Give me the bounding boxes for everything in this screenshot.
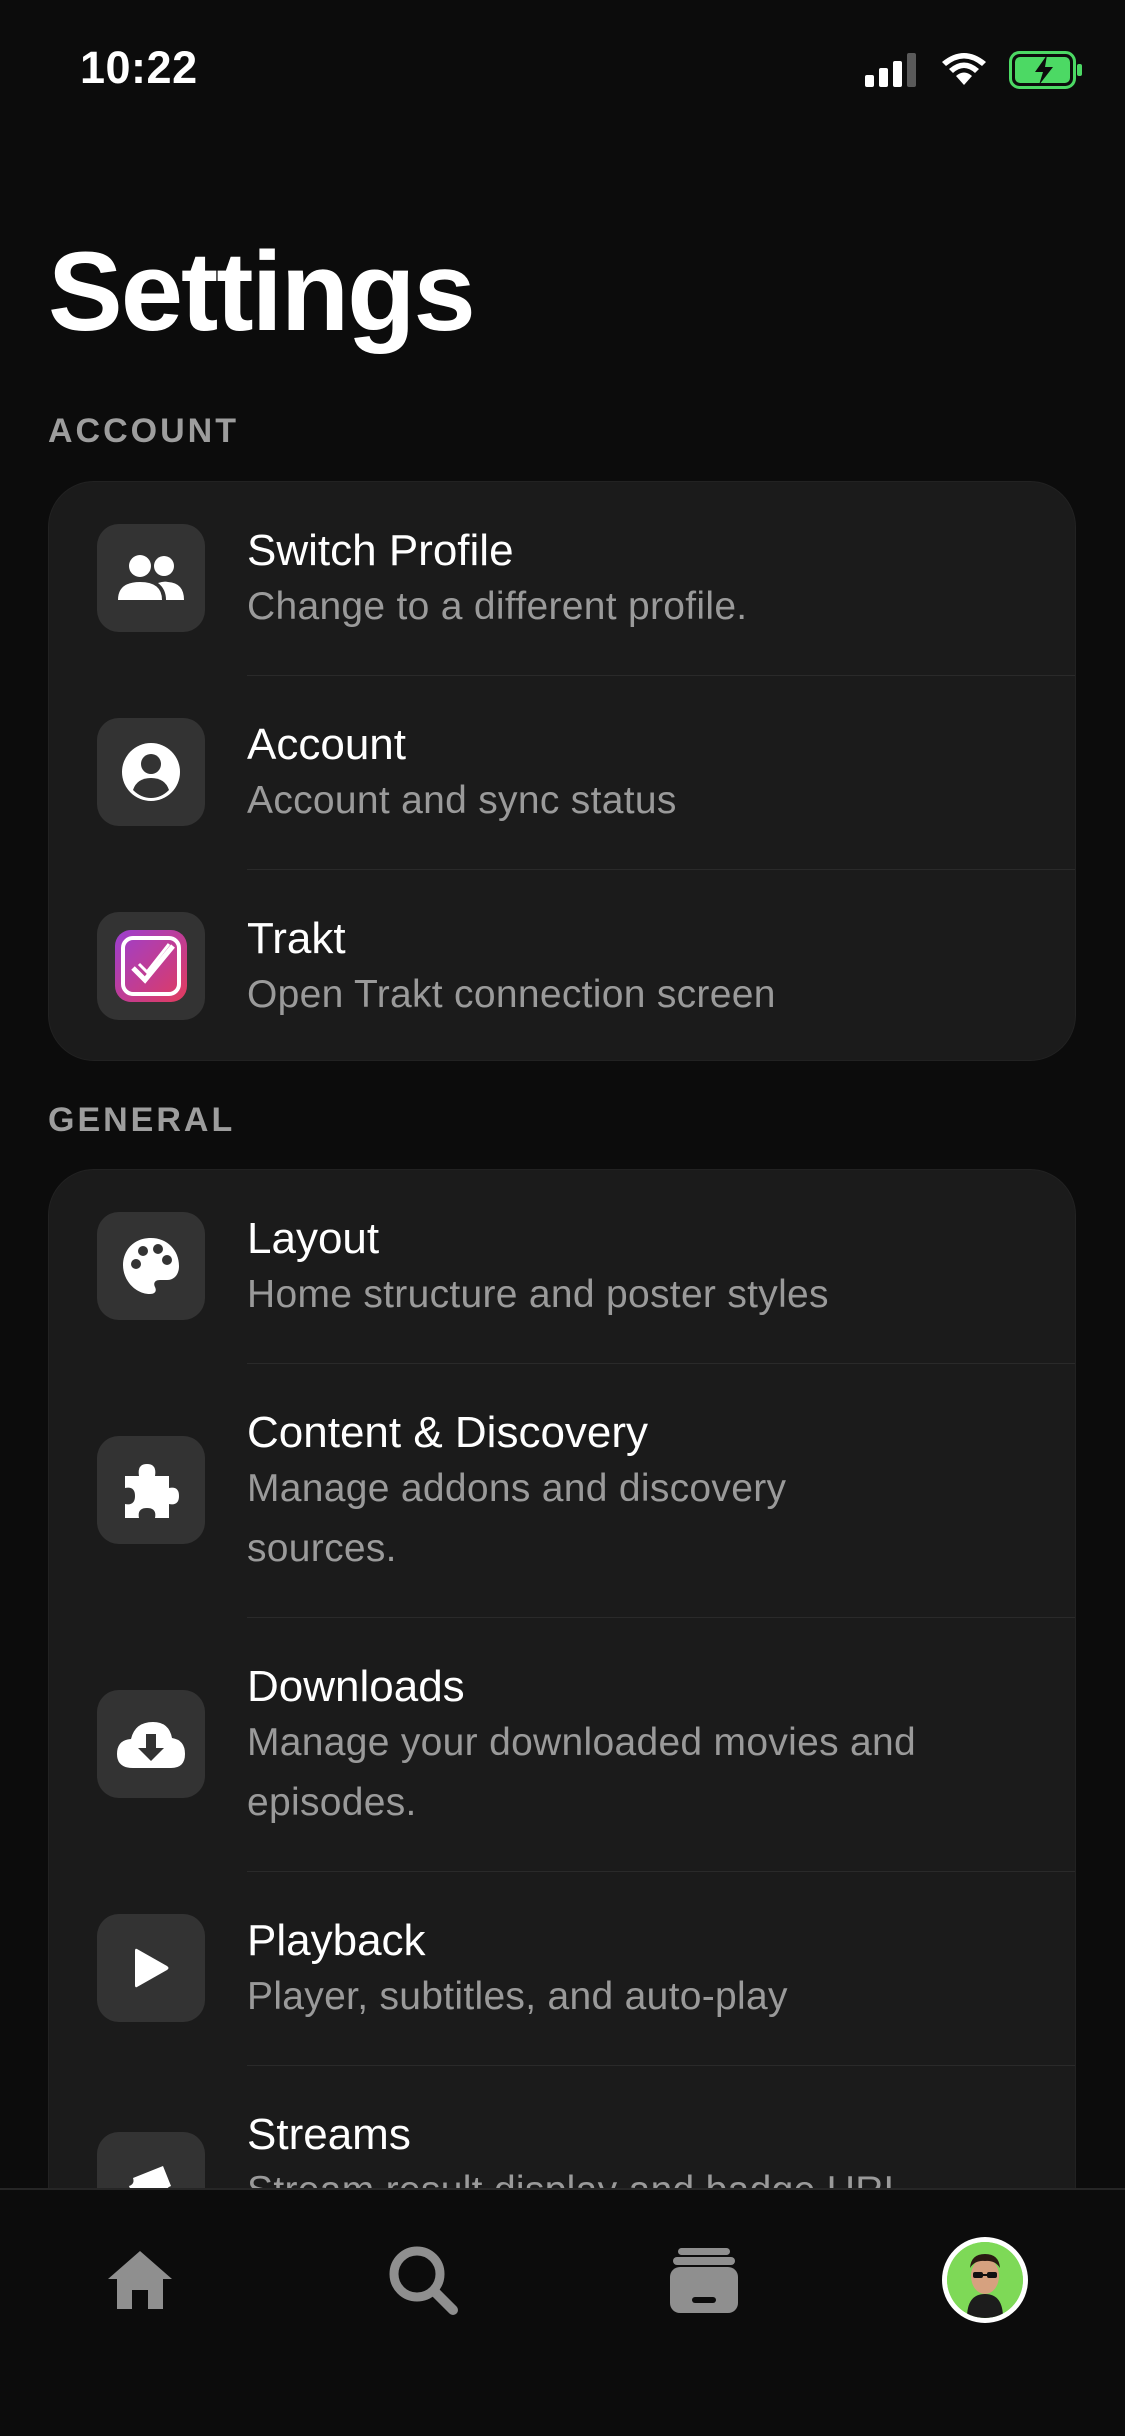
battery-charging-icon: [1009, 51, 1082, 89]
settings-row-downloads[interactable]: Downloads Manage your downloaded movies …: [49, 1618, 1075, 1872]
palette-icon: [97, 1212, 205, 1320]
row-title: Downloads: [247, 1662, 465, 1711]
section-header-general: GENERAL: [48, 1101, 236, 1139]
row-title: Layout: [247, 1214, 380, 1263]
row-title: Playback: [247, 1916, 426, 1965]
row-subtitle: Manage your downloaded movies and episod…: [247, 1721, 916, 1824]
row-subtitle: Home structure and poster styles: [247, 1273, 829, 1316]
wifi-icon: [942, 53, 986, 85]
row-subtitle: Player, subtitles, and auto-play: [247, 1975, 788, 2018]
row-subtitle: Manage addons and discovery sources.: [247, 1467, 787, 1570]
library-icon: [670, 2248, 738, 2313]
cellular-signal-icon: [865, 53, 916, 87]
row-subtitle: Account and sync status: [247, 779, 677, 822]
row-title: Switch Profile: [247, 526, 514, 575]
play-icon: [97, 1914, 205, 2022]
tab-bar: [0, 2188, 1125, 2436]
row-subtitle: Change to a different profile.: [247, 585, 748, 628]
settings-row-playback[interactable]: Playback Player, subtitles, and auto-pla…: [49, 1872, 1075, 2066]
settings-row-trakt[interactable]: Trakt Open Trakt connection screen: [49, 870, 1075, 1060]
search-icon: [389, 2246, 458, 2315]
user-circle-icon: [97, 718, 205, 826]
general-card: Layout Home structure and poster styles …: [48, 1169, 1076, 2269]
cloud-download-icon: [97, 1690, 205, 1798]
puzzle-icon: [97, 1436, 205, 1544]
row-title: Trakt: [247, 914, 346, 963]
status-bar: 10:22: [0, 0, 1125, 140]
tab-profile[interactable]: [935, 2230, 1035, 2330]
section-header-account: ACCOUNT: [48, 412, 239, 450]
account-card: Switch Profile Change to a different pro…: [48, 481, 1076, 1061]
tab-home[interactable]: [90, 2230, 190, 2330]
page-title: Settings: [48, 229, 476, 354]
tab-search[interactable]: [373, 2230, 473, 2330]
people-icon: [97, 524, 205, 632]
row-title: Content & Discovery: [247, 1408, 649, 1457]
home-icon: [108, 2251, 172, 2309]
settings-row-switch-profile[interactable]: Switch Profile Change to a different pro…: [49, 482, 1075, 676]
settings-screen: 10:22 Settings ACCOUNT Switch Profile Ch…: [0, 0, 1125, 2436]
row-title: Streams: [247, 2110, 411, 2159]
trakt-logo-icon: [97, 912, 205, 1020]
settings-row-content-discovery[interactable]: Content & Discovery Manage addons and di…: [49, 1364, 1075, 1618]
settings-row-account[interactable]: Account Account and sync status: [49, 676, 1075, 870]
settings-row-layout[interactable]: Layout Home structure and poster styles: [49, 1170, 1075, 1364]
status-time: 10:22: [80, 42, 198, 93]
row-title: Account: [247, 720, 406, 769]
avatar: [942, 2237, 1028, 2323]
status-icons: [865, 48, 1085, 92]
row-subtitle: Open Trakt connection screen: [247, 973, 776, 1016]
tab-library[interactable]: [654, 2230, 754, 2330]
